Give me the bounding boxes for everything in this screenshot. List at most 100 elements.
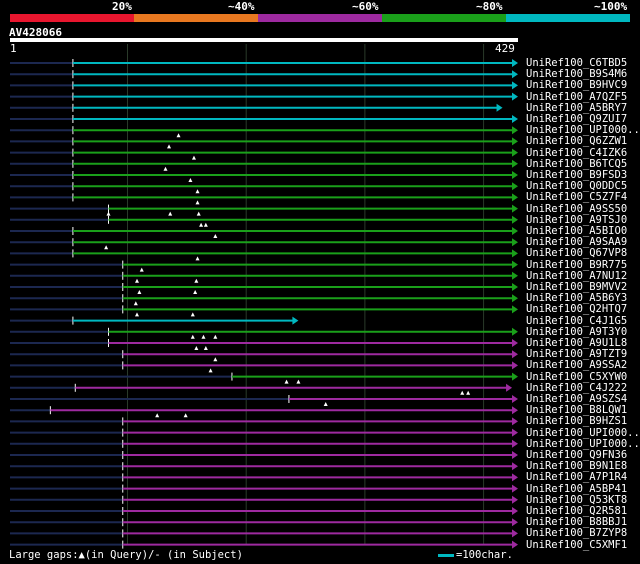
query-gap-marker-icon [155, 413, 160, 418]
hit-name-link[interactable]: UniRef100_Q67VP8 [526, 248, 627, 259]
hit-row[interactable] [10, 451, 518, 459]
hit-row[interactable] [10, 115, 518, 123]
hit-row[interactable] [10, 126, 518, 138]
hit-arrow-icon [512, 171, 518, 179]
hit-row[interactable] [10, 540, 518, 549]
hit-name-link[interactable]: UniRef100_A9TSJ0 [526, 215, 627, 226]
hit-name-link[interactable]: UniRef100_B9HZS1 [526, 416, 627, 427]
hit-name-link[interactable]: UniRef100_A5BRY7 [526, 103, 627, 114]
hit-row[interactable] [10, 294, 518, 306]
hit-row[interactable] [10, 193, 518, 205]
hit-name-link[interactable]: UniRef100_UPI000... [526, 427, 640, 438]
query-gap-marker-icon [139, 267, 144, 272]
hit-row[interactable] [10, 417, 518, 426]
query-gap-marker-icon [460, 390, 465, 395]
hit-row[interactable] [10, 406, 518, 418]
hit-name-link[interactable]: UniRef100_A9TZT9 [526, 349, 627, 360]
hit-row[interactable] [10, 260, 518, 272]
hit-name-link[interactable]: UniRef100_Q0DDC5 [526, 181, 627, 192]
hit-row[interactable] [10, 462, 518, 471]
hit-name-link[interactable]: UniRef100_UPI000... [526, 125, 640, 136]
hit-row[interactable] [10, 439, 518, 448]
hit-row[interactable] [10, 92, 518, 101]
hit-row[interactable] [10, 283, 518, 294]
hit-name-link[interactable]: UniRef100_A9SAA9 [526, 237, 627, 248]
hit-name-link[interactable]: UniRef100_B8LQW1 [526, 405, 627, 416]
hit-name-link[interactable]: UniRef100_C4IZK6 [526, 147, 627, 158]
hit-name-link[interactable]: UniRef100_B6TCQ5 [526, 159, 627, 170]
hit-row[interactable] [10, 159, 518, 171]
hit-name-link[interactable]: UniRef100_C4J222 [526, 383, 627, 394]
hit-row[interactable] [10, 507, 518, 515]
hit-row[interactable] [10, 327, 518, 339]
hit-name-link[interactable]: UniRef100_Q9ZUI7 [526, 114, 627, 125]
hit-row[interactable] [10, 361, 518, 373]
hit-name-link[interactable]: UniRef100_B9FSD3 [526, 170, 627, 181]
hit-name-link[interactable]: UniRef100_UPI000... [526, 439, 640, 450]
hit-name-link[interactable]: UniRef100_B9MVV2 [526, 282, 627, 293]
hit-name-link[interactable]: UniRef100_B9HVC9 [526, 80, 627, 91]
hit-row[interactable] [10, 227, 518, 238]
hit-arrow-icon [512, 462, 518, 471]
hit-name-link[interactable]: UniRef100_C5XMF1 [526, 539, 627, 550]
hit-row[interactable] [10, 137, 518, 149]
hit-name-link[interactable]: UniRef100_A9U1L8 [526, 338, 627, 349]
hit-row[interactable] [10, 148, 518, 160]
hit-name-link[interactable]: UniRef100_Q2R581 [526, 506, 627, 517]
query-gap-marker-icon [203, 222, 208, 227]
hit-row[interactable] [10, 372, 518, 384]
hit-row[interactable] [10, 182, 518, 194]
hit-name-link[interactable]: UniRef100_B9N1E8 [526, 461, 627, 472]
hit-row[interactable] [10, 529, 518, 538]
hit-arrow-icon [512, 473, 518, 482]
hit-name-link[interactable]: UniRef100_A5BIO0 [526, 226, 627, 237]
hit-name-link[interactable]: UniRef100_A9SZS4 [526, 394, 627, 405]
hit-name-link[interactable]: UniRef100_B7ZYP8 [526, 528, 627, 539]
query-gap-marker-icon [168, 211, 173, 216]
hit-row[interactable] [10, 495, 518, 504]
hit-row[interactable] [10, 271, 518, 283]
hit-row[interactable] [10, 350, 518, 362]
hit-name-link[interactable]: UniRef100_A9SSA2 [526, 360, 627, 371]
hit-name-link[interactable]: UniRef100_B8BBJ1 [526, 517, 627, 528]
hit-name-link[interactable]: UniRef100_Q2HTQ7 [526, 304, 627, 315]
hit-row[interactable] [10, 518, 518, 527]
hit-row[interactable] [10, 215, 518, 227]
hit-row[interactable] [10, 484, 518, 493]
hit-name-link[interactable]: UniRef100_A7QZF5 [526, 91, 627, 102]
hit-name-link[interactable]: UniRef100_C5XYW0 [526, 371, 627, 382]
hit-row[interactable] [10, 339, 518, 350]
hit-row[interactable] [10, 428, 518, 437]
hit-row[interactable] [10, 238, 518, 250]
hit-name-link[interactable]: UniRef100_B9R775 [526, 259, 627, 270]
hit-arrow-icon [512, 126, 518, 135]
hit-name-link[interactable]: UniRef100_A7NU12 [526, 271, 627, 282]
hit-name-link[interactable]: UniRef100_C6TBD5 [526, 58, 627, 69]
hit-name-link[interactable]: UniRef100_A7P1R4 [526, 472, 627, 483]
hit-arrow-icon [512, 271, 518, 280]
hit-name-link[interactable]: UniRef100_A9SS50 [526, 203, 627, 214]
query-gap-marker-icon [323, 402, 328, 406]
hit-row[interactable] [10, 81, 518, 90]
hit-name-link[interactable]: UniRef100_C5Z7F4 [526, 192, 627, 203]
hit-name-link[interactable]: UniRef100_A5B6Y3 [526, 293, 627, 304]
hit-name-link[interactable]: UniRef100_A9T3Y0 [526, 327, 627, 338]
hit-name-link[interactable]: UniRef100_B9S4M6 [526, 69, 627, 80]
hit-name-link[interactable]: UniRef100_Q6ZZW1 [526, 136, 627, 147]
hit-row[interactable] [10, 473, 518, 482]
hit-name-link[interactable]: UniRef100_Q53KT8 [526, 495, 627, 506]
hit-row[interactable] [10, 59, 518, 67]
hit-row[interactable] [10, 70, 518, 79]
hit-row[interactable] [10, 316, 299, 325]
hit-name-link[interactable]: UniRef100_C4J1G5 [526, 315, 627, 326]
hit-row[interactable] [10, 395, 518, 406]
hit-row[interactable] [10, 171, 518, 182]
hit-row[interactable] [10, 383, 513, 395]
hit-arrow-icon [512, 227, 518, 235]
hit-row[interactable] [10, 204, 518, 216]
hit-row[interactable] [10, 103, 503, 112]
hit-name-link[interactable]: UniRef100_A5BP41 [526, 483, 627, 494]
hit-row[interactable] [10, 249, 518, 261]
hit-name-link[interactable]: UniRef100_Q9FN36 [526, 450, 627, 461]
hit-row[interactable] [10, 305, 518, 317]
